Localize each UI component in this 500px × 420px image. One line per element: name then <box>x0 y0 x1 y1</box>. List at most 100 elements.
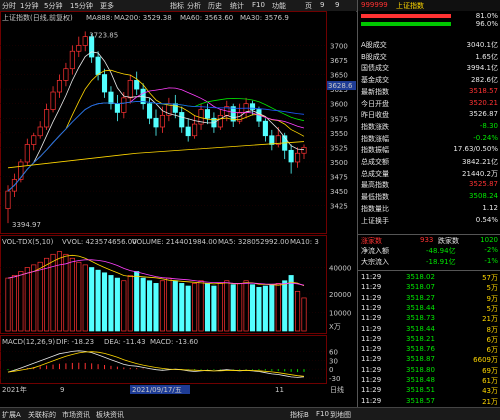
tick-time: 11:29 <box>361 314 382 323</box>
volume-bar <box>147 280 153 332</box>
tab-stats[interactable]: 统计 <box>230 1 244 11</box>
y-tick-label: 3675 <box>330 57 348 65</box>
stock-code: 999999 <box>361 1 388 9</box>
tick-volume: 8万 <box>486 325 498 334</box>
stock-name: 上证指数 <box>396 2 424 10</box>
tab-history[interactable]: 历史 <box>208 1 222 11</box>
stat-label: 国债成交 <box>361 64 389 73</box>
flow-label: 大宗流入 <box>361 258 389 266</box>
tab-fenshi[interactable]: 分时 <box>2 1 16 11</box>
candle <box>192 123 198 137</box>
tick-price: 3518.07 <box>406 283 435 292</box>
period-label: 日线 <box>330 385 344 394</box>
candle <box>101 74 108 93</box>
volume-bar <box>95 269 101 332</box>
stat-value: 3525.87 <box>469 180 498 189</box>
stat-value: 3520.21 <box>469 98 498 107</box>
candle <box>44 109 50 128</box>
tick-volume: 43万 <box>482 387 498 396</box>
volume-bar <box>301 297 307 332</box>
stat-label: 指数涨跌 <box>361 122 389 131</box>
macd-tick-label: 0 <box>329 366 333 374</box>
y-tick-label: 3500 <box>330 159 348 167</box>
toolbar-right-0[interactable]: 页 <box>305 1 312 11</box>
candle <box>56 80 63 93</box>
tick-price: 3518.76 <box>406 345 435 354</box>
candle <box>37 126 43 137</box>
tick-volume: 21万 <box>482 315 498 324</box>
stat-label: 今日开盘 <box>361 99 389 108</box>
toolbar-right-2[interactable]: 9 <box>335 1 339 9</box>
volume-bar <box>288 275 294 332</box>
volume-bar <box>44 257 50 332</box>
macd-label-2: MACD: -13.60 <box>150 338 198 346</box>
tick-row: 11:29 3518.07 5万 <box>358 283 500 293</box>
vol-unit: X万 <box>329 323 341 331</box>
stat-row: 总成交额 3842.21亿 <box>358 157 500 167</box>
volume-bar <box>198 280 204 332</box>
y-tick-label: 3650 <box>330 72 348 80</box>
stat-label: 最高指数 <box>361 181 389 190</box>
stat-row: 最低指数 3508.24 <box>358 192 500 202</box>
tab-analysis[interactable]: 分析 <box>187 1 201 11</box>
toolbar-right-1[interactable]: 9 <box>320 1 324 9</box>
stat-value: 3526.87 <box>469 110 498 119</box>
tick-row: 11:29 3518.80 69万 <box>358 366 500 376</box>
quote-header: 999999 上证指数 <box>358 0 500 11</box>
volume-bar <box>69 257 75 332</box>
tick-row: 11:29 3518.87 6609万 <box>358 355 500 365</box>
down-count: 1020 <box>480 236 498 244</box>
candle <box>147 103 153 119</box>
stat-value: 3842.21亿 <box>462 158 498 166</box>
top-pct-2: 96.0% <box>475 20 498 28</box>
volume-bar <box>230 284 236 332</box>
tick-price: 3518.44 <box>406 303 435 312</box>
tab-5min[interactable]: 5分钟 <box>44 1 62 11</box>
candle <box>89 36 95 58</box>
candle <box>108 91 114 105</box>
volume-bar <box>76 261 82 332</box>
status-f10[interactable]: F10 <box>316 410 329 418</box>
bottom-statusbar: 扩展A 关联标的 市场资讯 板块资讯 指标B F10 到地图 <box>0 407 500 420</box>
volume-bar <box>11 275 17 332</box>
volume-bar <box>114 277 120 332</box>
candle <box>185 126 191 137</box>
volume-bar <box>211 285 217 332</box>
kline-chart[interactable]: 上证指数(日线,前复权) MA888: MA200: 3529.38 MA60: 3… <box>0 11 356 395</box>
candle <box>269 135 275 145</box>
candle <box>114 103 120 113</box>
up-count-label: 涨家数 <box>361 237 382 245</box>
tab-f10[interactable]: F10 <box>252 1 265 9</box>
volume-bar <box>31 264 37 332</box>
candle <box>134 80 140 90</box>
tick-price: 3518.27 <box>406 293 435 302</box>
tick-price: 3518.02 <box>406 273 435 281</box>
tab-15min[interactable]: 15分钟 <box>70 1 93 11</box>
date-label: 2021年 <box>2 385 27 394</box>
candle <box>18 161 24 180</box>
tick-time: 11:29 <box>361 293 382 302</box>
candle <box>301 147 307 154</box>
macd-tick-label: -30 <box>329 375 340 383</box>
volume-bar <box>24 267 30 332</box>
down-count-label: 跌家数 <box>438 237 459 245</box>
tick-time: 11:29 <box>361 365 382 374</box>
tick-price: 3518.80 <box>406 365 435 374</box>
flow-row: 大宗流入 -18.91亿 -1% <box>358 257 500 267</box>
tab-function[interactable]: 功能 <box>272 1 286 11</box>
stat-label: B股成交 <box>361 52 387 61</box>
volume-bar <box>204 283 211 332</box>
stat-value: 282.6亿 <box>470 76 498 85</box>
candle <box>95 56 101 75</box>
tick-row: 11:29 3518.44 5万 <box>358 304 500 314</box>
stat-row: 今日开盘 3520.21 <box>358 99 500 109</box>
tab-1min[interactable]: 1分钟 <box>20 1 38 11</box>
stat-value: 1.12 <box>482 203 498 212</box>
volume-bar <box>262 285 268 332</box>
tab-more[interactable]: 更多 <box>100 1 114 11</box>
tab-indicator[interactable]: 指标 <box>170 1 184 11</box>
tick-trades: 11:29 3518.02 57万 11:29 3518.07 5万 11:29 3518.2… <box>358 270 500 406</box>
candle <box>159 114 165 128</box>
tick-price: 3518.57 <box>406 396 435 405</box>
tick-volume: 21万 <box>482 397 498 406</box>
